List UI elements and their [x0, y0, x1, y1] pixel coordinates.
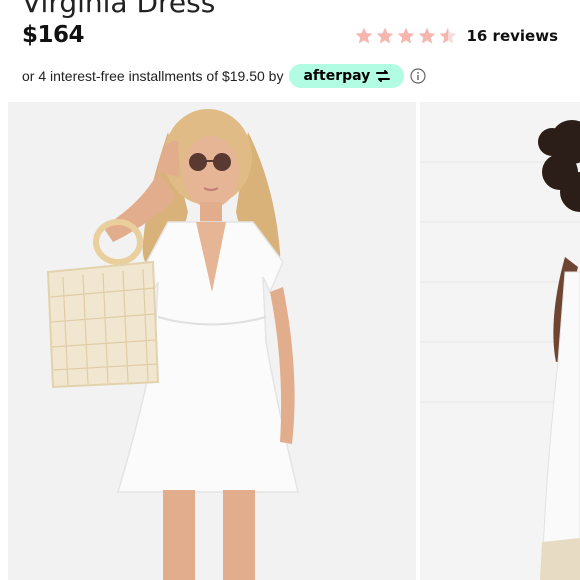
afterpay-label: afterpay	[303, 68, 371, 84]
star-icon	[398, 27, 415, 44]
product-price: $164	[22, 22, 85, 48]
star-icon	[356, 27, 373, 44]
installments-row: or 4 interest-free installments of $19.5…	[22, 64, 426, 88]
model-illustration-secondary	[420, 102, 580, 580]
rating-summary[interactable]: 16 reviews	[354, 26, 558, 46]
reviews-link[interactable]: 16 reviews	[466, 27, 558, 45]
model-illustration	[8, 102, 416, 580]
afterpay-arrows-icon	[376, 70, 391, 82]
star-icon	[377, 27, 394, 44]
installments-text: or 4 interest-free installments of $19.5…	[22, 68, 284, 84]
product-title: Virginia Dress	[22, 0, 216, 19]
star-rating	[354, 26, 458, 46]
afterpay-badge[interactable]: afterpay	[289, 64, 405, 88]
info-icon[interactable]	[410, 68, 426, 84]
product-gallery	[0, 102, 580, 580]
product-image-main[interactable]	[8, 102, 416, 580]
product-image-secondary[interactable]	[420, 102, 580, 580]
star-half-icon	[440, 27, 457, 44]
star-icon	[419, 27, 436, 44]
